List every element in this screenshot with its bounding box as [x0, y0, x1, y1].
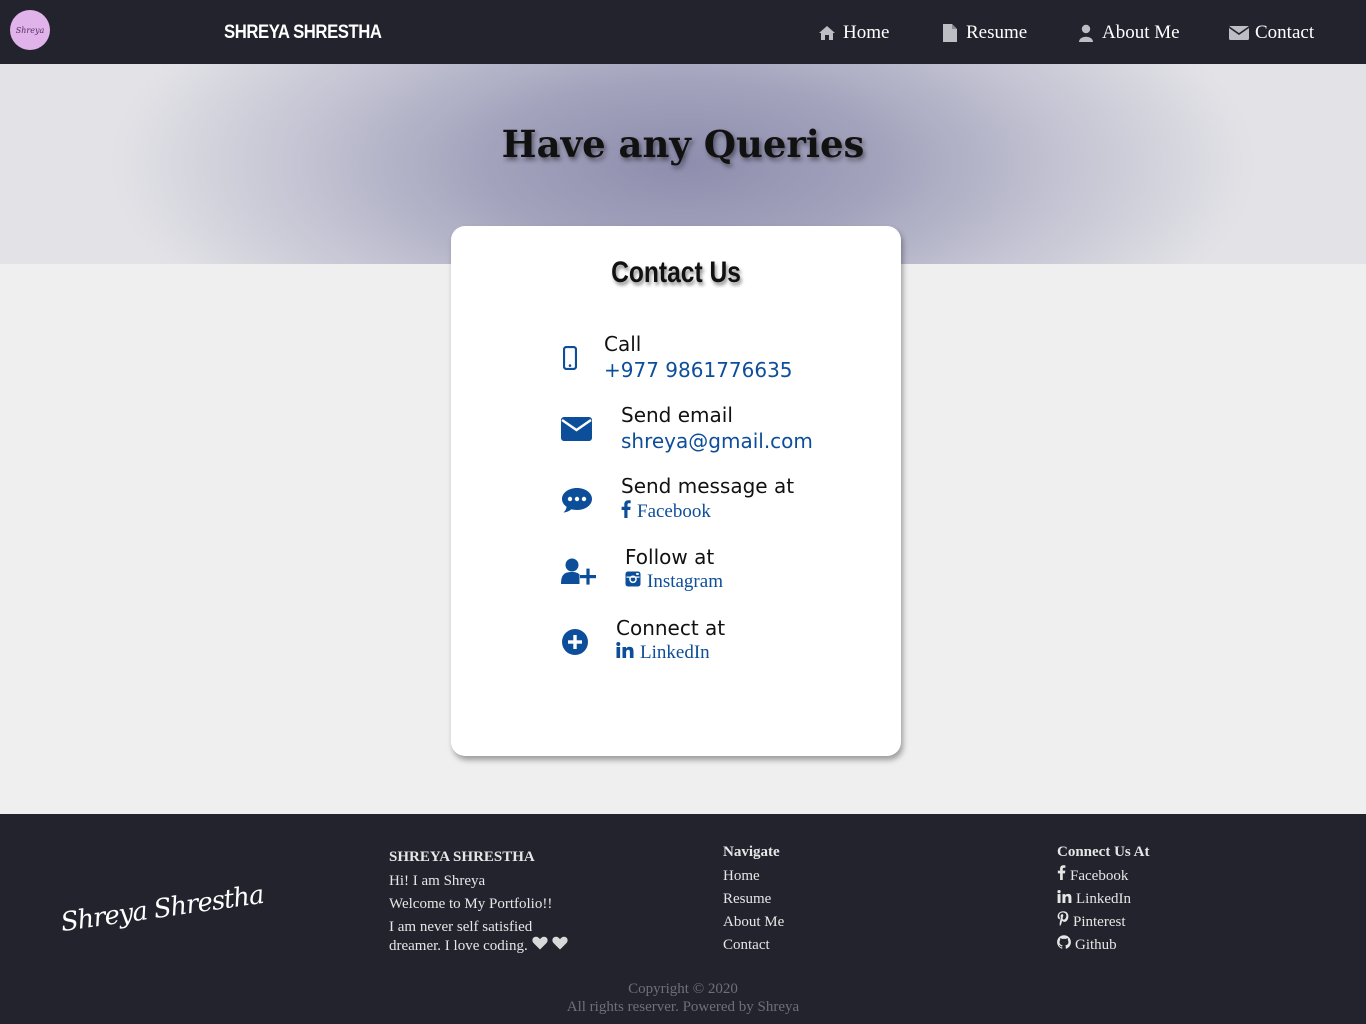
phone-link[interactable]: +977 9861776635	[604, 358, 793, 382]
instagram-link-label: Instagram	[647, 571, 723, 592]
copyright-line1: Copyright © 2020	[628, 981, 738, 997]
heart-icon	[552, 936, 568, 955]
linkedin-link-label: LinkedIn	[640, 642, 710, 663]
github-icon	[1057, 934, 1071, 957]
footer-navigate: Navigate Home Resume About Me Contact	[723, 844, 784, 957]
linkedin-icon	[616, 642, 634, 664]
footer-link-pinterest-label: Pinterest	[1073, 914, 1126, 930]
footer-navigate-heading: Navigate	[723, 844, 780, 860]
facebook-link[interactable]: Facebook	[621, 500, 711, 524]
footer-link-linkedin[interactable]: LinkedIn	[1057, 888, 1150, 911]
home-icon	[817, 23, 837, 43]
footer-about-line3b-row: dreamer. I love coding.	[389, 936, 568, 955]
footer-link-facebook-label: Facebook	[1070, 868, 1129, 884]
pinterest-icon	[1057, 911, 1069, 934]
plus-circle-icon	[561, 626, 597, 658]
contact-email: Send email shreya@gmail.com	[561, 403, 841, 455]
copyright-line2: All rights reserver. Powered by Shreya	[566, 999, 800, 1015]
contact-call: Call +977 9861776635	[561, 332, 821, 384]
brand-name[interactable]: SHREYA SHRESTHA	[224, 22, 382, 44]
copyright: Copyright © 2020 All rights reserver. Po…	[0, 980, 1366, 1016]
footer-link-home[interactable]: Home	[723, 865, 784, 888]
contact-card-title: Contact Us	[611, 256, 741, 289]
footer-link-github[interactable]: Github	[1057, 934, 1150, 957]
nav-home-label: Home	[843, 22, 890, 43]
comment-dots-icon	[561, 484, 597, 516]
footer-link-pinterest[interactable]: Pinterest	[1057, 911, 1150, 934]
mobile-icon	[563, 342, 599, 374]
contact-instagram-label: Follow at	[625, 545, 715, 569]
footer-about-line2: Welcome to My Portfolio!!	[389, 896, 553, 912]
footer-link-linkedin-label: LinkedIn	[1076, 891, 1131, 907]
logo-text: Shreya	[15, 25, 45, 35]
linkedin-icon	[1057, 888, 1072, 911]
email-link[interactable]: shreya@gmail.com	[621, 429, 813, 453]
contact-call-label: Call	[604, 332, 642, 356]
facebook-link-label: Facebook	[637, 501, 711, 522]
footer-link-github-label: Github	[1075, 937, 1117, 953]
instagram-link[interactable]: Instagram	[625, 571, 723, 593]
file-icon	[940, 23, 960, 43]
user-plus-icon	[561, 555, 597, 587]
user-icon	[1076, 23, 1096, 43]
nav-contact[interactable]: Contact	[1229, 22, 1314, 44]
nav-about-label: About Me	[1102, 22, 1180, 43]
footer-about: SHREYA SHRESTHA Hi! I am Shreya Welcome …	[389, 849, 568, 955]
nav-contact-label: Contact	[1255, 22, 1315, 43]
footer-link-resume[interactable]: Resume	[723, 888, 784, 911]
contact-facebook-label: Send message at	[621, 474, 795, 498]
footer-about-heading: SHREYA SHRESTHA	[389, 849, 535, 865]
linkedin-link[interactable]: LinkedIn	[616, 642, 710, 664]
footer-link-contact[interactable]: Contact	[723, 934, 784, 957]
contact-facebook: Send message at Facebook	[561, 474, 821, 526]
signature-logo: Shreya Shrestha	[58, 879, 266, 939]
facebook-icon	[621, 500, 631, 524]
footer-connect-heading: Connect Us At	[1057, 844, 1150, 860]
footer-about-line3a: I am never self satisfied	[389, 919, 533, 935]
nav-home[interactable]: Home	[817, 22, 889, 44]
envelope-icon	[1229, 23, 1249, 43]
logo[interactable]: Shreya	[10, 10, 50, 50]
nav-resume-label: Resume	[966, 22, 1028, 43]
instagram-icon	[625, 571, 641, 593]
nav-about[interactable]: About Me	[1076, 22, 1180, 44]
contact-instagram: Follow at Instagram	[561, 545, 821, 597]
contact-email-label: Send email	[621, 403, 733, 427]
footer: Shreya Shrestha SHREYA SHRESTHA Hi! I am…	[0, 814, 1366, 1024]
footer-about-line1: Hi! I am Shreya	[389, 873, 486, 889]
hero-title: Have any Queries	[501, 122, 865, 166]
envelope-icon	[561, 413, 597, 445]
contact-linkedin: Connect at LinkedIn	[561, 616, 821, 668]
contact-linkedin-label: Connect at	[616, 616, 726, 640]
footer-link-about[interactable]: About Me	[723, 911, 784, 934]
heart-icon	[532, 936, 548, 955]
navbar: Shreya SHREYA SHRESTHA Home Resume About…	[0, 0, 1366, 64]
facebook-icon	[1057, 865, 1066, 888]
nav-resume[interactable]: Resume	[940, 22, 1027, 44]
footer-about-line3b: dreamer. I love coding.	[389, 937, 528, 954]
contact-card: Contact Us Call +977 9861776635 Send ema…	[451, 226, 901, 756]
footer-link-facebook[interactable]: Facebook	[1057, 865, 1150, 888]
footer-connect: Connect Us At Facebook LinkedIn Pinteres…	[1057, 844, 1150, 957]
